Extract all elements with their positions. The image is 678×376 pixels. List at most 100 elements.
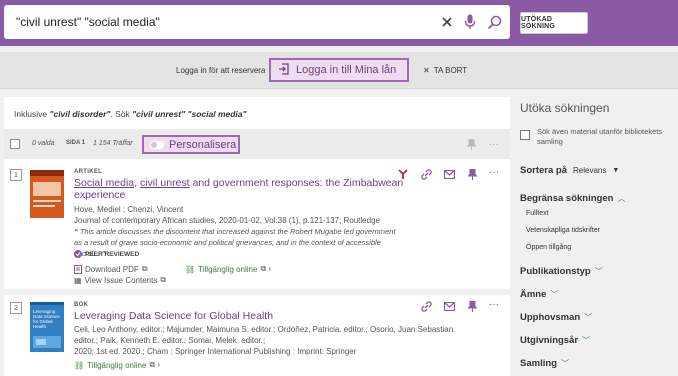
pdf-label: Download PDF [85,264,139,274]
facet-collection[interactable]: Samling ﹀ [520,358,569,369]
online-label: Tillgänglig online [198,264,258,274]
dismiss-label: TA BORT [433,66,468,75]
external-link-icon: ⧉ › [260,264,272,273]
chevron-up-icon: ︿ [617,194,626,203]
inkl-term[interactable]: "civil disorder" [49,109,110,119]
facet-year[interactable]: Utgivningsår ﹀ [520,335,590,346]
login-button[interactable]: Logga in till Mina lån [269,58,409,82]
results-toolbar: 0 valda SIDA 1 1 154 Träffar Personalise… [4,129,510,159]
limit-label: Begränsa sökningen [520,193,614,204]
pin-icon[interactable] [465,138,477,150]
online-access-link[interactable]: ⛓ Tillgänglig online ⧉ › [74,360,160,370]
search-box[interactable]: "civil unrest" "social media" [4,5,510,39]
dropdown-arrow-icon[interactable]: ▼ [612,167,619,174]
limit-option-open-access[interactable]: Öppen tillgång [526,244,571,251]
online-access-link[interactable]: ⛓ Tillgänglig online ⧉ › [185,264,271,274]
pdf-icon [74,264,82,274]
inkl-mid: . Sök [110,109,133,119]
download-pdf-link[interactable]: Download PDF ⧉ [74,264,148,274]
view-issue-link[interactable]: ▦ View Issue Contents ⧉ [74,275,166,285]
chevron-down-icon: ﹀ [594,267,603,276]
personalize-label: Personalisera [169,138,237,151]
pin-icon[interactable] [466,168,478,180]
inkl-query[interactable]: "civil unrest" "social media" [132,109,246,119]
personalize-toggle[interactable] [150,140,164,149]
record-title[interactable]: Social media, civil unrest and governmen… [74,177,403,201]
issue-label: View Issue Contents [84,275,158,285]
chevron-down-icon: ﹀ [584,313,593,322]
external-link-icon: ⧉ [160,275,167,284]
hit-count: 1 154 Träffar [93,140,133,147]
record-publication: 2020; 1st ed. 2020.; Cham : Springer Int… [74,347,357,356]
record-authors: Hove, Mediel ; Chenzi, Vincent [74,205,184,214]
issue-icon: ▦ [74,275,82,285]
article-cover[interactable] [30,170,64,220]
pin-icon[interactable] [466,300,478,312]
title-part[interactable]: experience [74,189,125,201]
record-source: Journal of contemporary African studies,… [74,216,380,225]
chevron-down-icon: ﹀ [582,336,591,345]
personalize-button[interactable]: Personalisera [142,135,240,154]
external-link-icon: ⧉ › [149,360,161,369]
external-link-icon: ⧉ [141,264,148,273]
facet-label: Ämne [520,289,547,300]
results-panel: Inklusive "civil disorder". Sök "civil u… [4,97,510,376]
selected-count: 0 valda [32,140,55,147]
login-icon [278,62,290,78]
record-authors: Celi, Leo Anthony. editor.; Majumder, Ma… [74,325,456,334]
result-record: 1 ARTIKEL Social media, civil unrest and… [4,163,510,289]
title-part[interactable]: Social media [74,177,134,189]
limit-facet-header[interactable]: Begränsa sökningen ︿ [520,193,625,204]
permalink-icon[interactable] [420,168,432,180]
facet-label: Publikationstyp [520,266,591,277]
citation-icon[interactable] [397,168,409,180]
peer-reviewed-icon [74,250,82,258]
permalink-icon[interactable] [420,300,432,312]
quote-open-icon: “ [74,227,78,236]
record-type: ARTIKEL [74,169,103,175]
sort-label: Sortera på [520,165,567,176]
book-cover[interactable]: Leveraging Data Science for Global Health [30,302,64,354]
facet-subject[interactable]: Ämne ﹀ [520,289,558,300]
facet-publication-type[interactable]: Publikationstyp ﹀ [520,266,603,277]
search-header: "civil unrest" "social media" UTÖKAD SÖK… [0,0,678,46]
sidebar-heading: Utöka sökningen [520,101,610,115]
outside-collection-checkbox[interactable] [520,130,530,140]
link-icon: ⛓ [74,360,85,370]
dismiss-button[interactable]: ✕ TA BORT [423,66,467,75]
peer-reviewed-badge: PEER REVIEWED [74,250,139,258]
more-icon[interactable]: ··· [488,138,500,150]
more-icon[interactable]: ··· [488,298,500,310]
facet-label: Utgivningsår [520,335,579,346]
limit-option-fulltext[interactable]: Fulltext [526,210,549,217]
select-all-checkbox[interactable] [10,139,20,149]
inkl-prefix: Inklusive [14,109,50,119]
sort-value[interactable]: Relevans [573,166,606,175]
query-expansion-note: Inklusive "civil disorder". Sök "civil u… [14,109,247,119]
record-number: 1 [10,169,22,181]
record-title[interactable]: Leveraging Data Science for Global Healt… [74,310,273,322]
chevron-down-icon: ﹀ [550,290,559,299]
record-number: 2 [10,302,22,314]
limit-option-peer-journals[interactable]: Vetenskapliga tidskrifter [526,227,600,234]
sort-control[interactable]: Sortera på Relevans ▼ [520,165,619,176]
title-part[interactable]: civil unrest [140,177,190,189]
title-part[interactable]: and government responses: the Zimbabwean [190,177,403,189]
email-icon[interactable] [443,300,455,312]
login-bar: Logga in för att reservera Logga in till… [0,52,678,89]
clear-icon[interactable] [438,13,456,31]
search-input[interactable]: "civil unrest" "social media" [16,15,160,29]
online-label: Tillgänglig online [87,360,147,370]
facet-label: Upphovsman [520,312,581,323]
login-button-label: Logga in till Mina lån [296,64,397,76]
email-icon[interactable] [443,168,455,180]
chevron-down-icon: ﹀ [560,359,569,368]
search-icon[interactable] [485,13,503,31]
facet-author[interactable]: Upphovsman ﹀ [520,312,592,323]
link-icon: ⛓ [185,264,196,274]
microphone-icon[interactable] [461,13,479,31]
more-icon[interactable]: ··· [488,166,500,178]
outside-collection-label[interactable]: Sök även material utanför bibliotekets s… [537,127,677,147]
result-record: 2 Leveraging Data Science for Global Health… [4,295,510,376]
advanced-search-button[interactable]: UTÖKAD SÖKNING [520,12,588,34]
